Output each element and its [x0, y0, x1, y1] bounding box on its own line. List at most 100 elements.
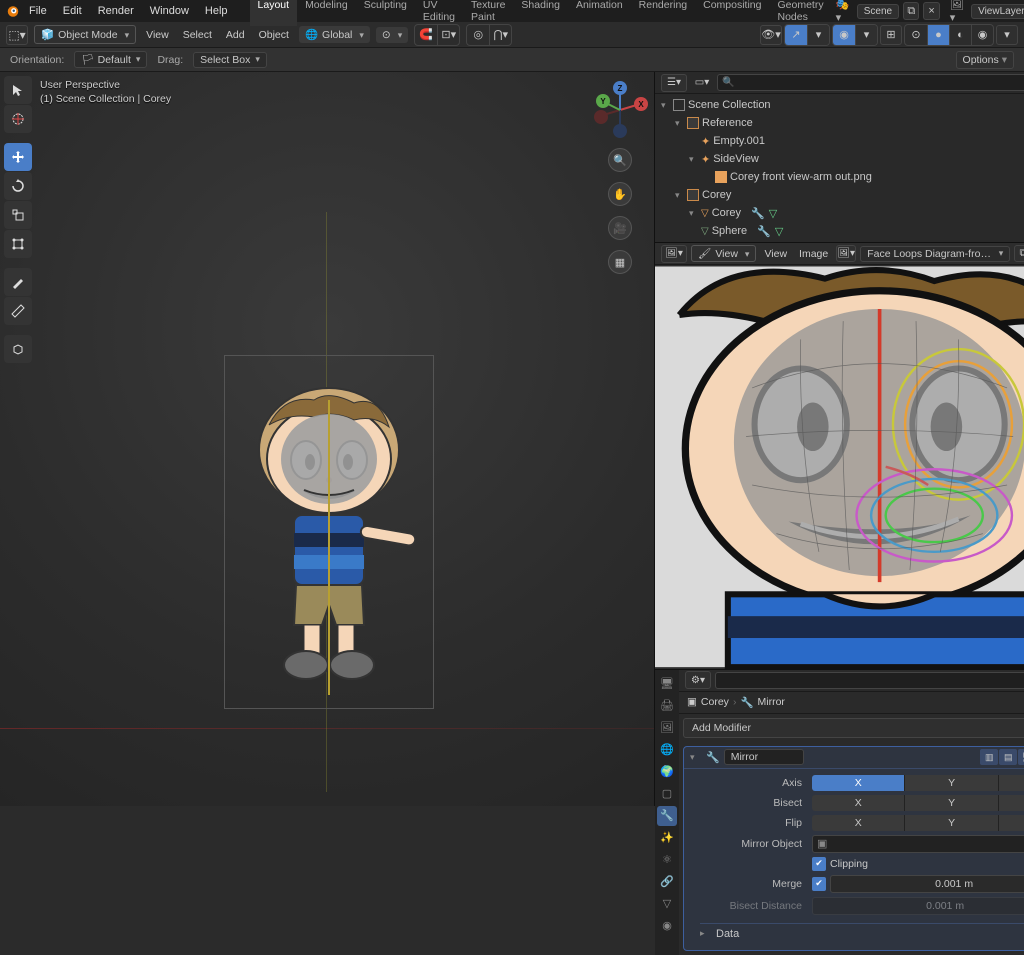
workspace-tab-layout[interactable]: Layout	[250, 0, 298, 26]
axis-negx-ball[interactable]	[594, 110, 608, 124]
editor-type-icon[interactable]: ⬚▾	[6, 25, 28, 45]
mirror-object-field[interactable]: ▣	[812, 835, 1024, 853]
menu-file[interactable]: File	[23, 3, 53, 19]
viewport-menu-select[interactable]: Select	[179, 27, 216, 43]
menu-render[interactable]: Render	[92, 3, 140, 19]
mode-selector[interactable]: 🧊 Object Mode	[34, 25, 136, 44]
proptab-viewlayer[interactable]: 🖼	[657, 718, 677, 738]
menu-window[interactable]: Window	[144, 3, 195, 19]
modifier-disclosure[interactable]: ▾	[690, 752, 702, 763]
add-modifier-button[interactable]: Add Modifier	[683, 718, 1024, 738]
outliner-type-icon[interactable]: ☰▾	[661, 74, 687, 92]
imageeditor-type-icon[interactable]: 🖼▾	[661, 245, 687, 263]
modifier-data-section[interactable]: ▸ Data	[700, 923, 1024, 940]
workspace-tab-sculpting[interactable]: Sculpting	[356, 0, 415, 26]
disclosure-icon[interactable]: ▾	[675, 118, 687, 129]
tool-transform[interactable]	[4, 230, 32, 258]
axis-x[interactable]: X	[812, 775, 905, 791]
imageeditor-mode[interactable]: 🖌View	[691, 245, 756, 262]
snap-toggle[interactable]: 🧲	[415, 25, 437, 45]
properties-search-field[interactable]	[715, 672, 1024, 689]
viewlayer-browse-icon[interactable]: 🖼▾	[950, 0, 967, 24]
image-browse-icon[interactable]: 🖼▾	[836, 245, 856, 262]
tree-item-sphere[interactable]: Sphere🔧▽⌄	[655, 222, 1024, 240]
tool-move[interactable]	[4, 143, 32, 171]
transform-orientation[interactable]: 🌐Global	[299, 26, 370, 43]
proptab-modifier[interactable]: 🔧	[657, 806, 677, 826]
mod-oncage-icon[interactable]: ▥	[980, 749, 998, 765]
tree-item-corey-front-view-arm-out-png[interactable]: Corey front view-arm out.png	[655, 168, 1024, 186]
disclosure-icon[interactable]: ▾	[689, 208, 701, 219]
proptab-data[interactable]: ▽	[657, 894, 677, 914]
delete-scene-button[interactable]: ×	[923, 2, 939, 20]
axis-z-ball[interactable]: Z	[613, 81, 627, 95]
axis-x-ball[interactable]: X	[634, 97, 648, 111]
bisect-y[interactable]: Y	[905, 795, 998, 811]
viewport-menu-view[interactable]: View	[142, 27, 173, 43]
menu-help[interactable]: Help	[199, 3, 234, 19]
mod-editmode-icon[interactable]: ▤	[999, 749, 1017, 765]
workspace-tab-compositing[interactable]: Compositing	[695, 0, 769, 26]
mod-realtime-icon[interactable]: 🖥	[1018, 749, 1024, 765]
proportional-toggle[interactable]: ◎	[467, 25, 489, 45]
tool-rotate[interactable]	[4, 172, 32, 200]
pivot-point[interactable]: ⊙	[376, 27, 408, 43]
merge-checkbox[interactable]	[812, 877, 826, 891]
proptab-object[interactable]: ▢	[657, 784, 677, 804]
properties-type-icon[interactable]: ⚙▾	[685, 671, 711, 689]
shading-solid[interactable]: ●	[927, 25, 949, 45]
scene-browse-icon[interactable]: 🎭▾	[836, 0, 853, 24]
overlays-options[interactable]: ▾	[855, 25, 877, 45]
gizmo-toggle[interactable]: ↗	[785, 25, 807, 45]
menu-edit[interactable]: Edit	[57, 3, 88, 19]
viewlayer-field[interactable]: ViewLayer	[971, 4, 1024, 19]
proptab-output[interactable]: 🖨	[657, 696, 677, 716]
axis-z[interactable]: Z	[999, 775, 1024, 791]
bisect-x[interactable]: X	[812, 795, 905, 811]
scene-name-field[interactable]: Scene	[857, 4, 899, 19]
outliner-display-mode[interactable]: ▭▾	[691, 73, 713, 93]
axis-y-ball[interactable]: Y	[596, 94, 610, 108]
flip-z[interactable]: Z	[999, 815, 1024, 831]
tool-addcube[interactable]	[4, 335, 32, 363]
tree-root[interactable]: ▾ Scene Collection	[655, 96, 1024, 114]
viewport-menu-object[interactable]: Object	[255, 27, 293, 43]
axis-y[interactable]: Y	[905, 775, 998, 791]
workspace-tab-uvediting[interactable]: UV Editing	[415, 0, 463, 26]
nav-gizmo[interactable]: X Z Y	[592, 82, 648, 138]
zoom-button[interactable]: 🔍	[608, 148, 632, 172]
proptab-material[interactable]: ◉	[657, 916, 677, 936]
gizmo-options[interactable]: ▾	[807, 25, 829, 45]
orientation-dropdown[interactable]: 🏳Default	[74, 51, 147, 68]
tool-cursor[interactable]	[4, 105, 32, 133]
overlays-toggle[interactable]: ◉	[833, 25, 855, 45]
tool-measure[interactable]	[4, 297, 32, 325]
tool-scale[interactable]	[4, 201, 32, 229]
proptab-particles[interactable]: ✨	[657, 828, 677, 848]
imageeditor-menu-view[interactable]: View	[760, 246, 791, 262]
pan-button[interactable]: ✋	[608, 182, 632, 206]
viewport-menu-add[interactable]: Add	[222, 27, 249, 43]
breadcrumb-object[interactable]: Corey	[701, 696, 729, 708]
axis-negz-ball[interactable]	[613, 124, 627, 138]
clipping-checkbox[interactable]	[812, 857, 826, 871]
proptab-world[interactable]: 🌍	[657, 762, 677, 782]
workspace-tab-texturepaint[interactable]: Texture Paint	[463, 0, 513, 26]
imageeditor-menu-image[interactable]: Image	[795, 246, 832, 262]
xray-toggle[interactable]: ⊞	[880, 25, 902, 45]
drag-dropdown[interactable]: Select Box	[193, 52, 267, 68]
shading-wireframe[interactable]: ⊙	[905, 25, 927, 45]
outliner-search[interactable]	[717, 74, 1024, 91]
tool-annotate[interactable]	[4, 268, 32, 296]
image-canvas[interactable]: 🔍 ✋	[655, 265, 1024, 669]
tool-select[interactable]	[4, 76, 32, 104]
proptab-constraints[interactable]: 🔗	[657, 872, 677, 892]
workspace-tab-rendering[interactable]: Rendering	[631, 0, 695, 26]
workspace-tab-shading[interactable]: Shading	[513, 0, 568, 26]
disclosure-icon[interactable]: ▾	[675, 190, 687, 201]
proptab-render[interactable]: 🖥	[657, 674, 677, 694]
data-disclosure[interactable]: ▸	[700, 928, 712, 939]
new-scene-button[interactable]: ⧉	[903, 2, 919, 20]
disclosure-icon[interactable]: ▾	[661, 100, 673, 111]
3d-viewport[interactable]: User Perspective (1) Scene Collection | …	[0, 72, 654, 806]
